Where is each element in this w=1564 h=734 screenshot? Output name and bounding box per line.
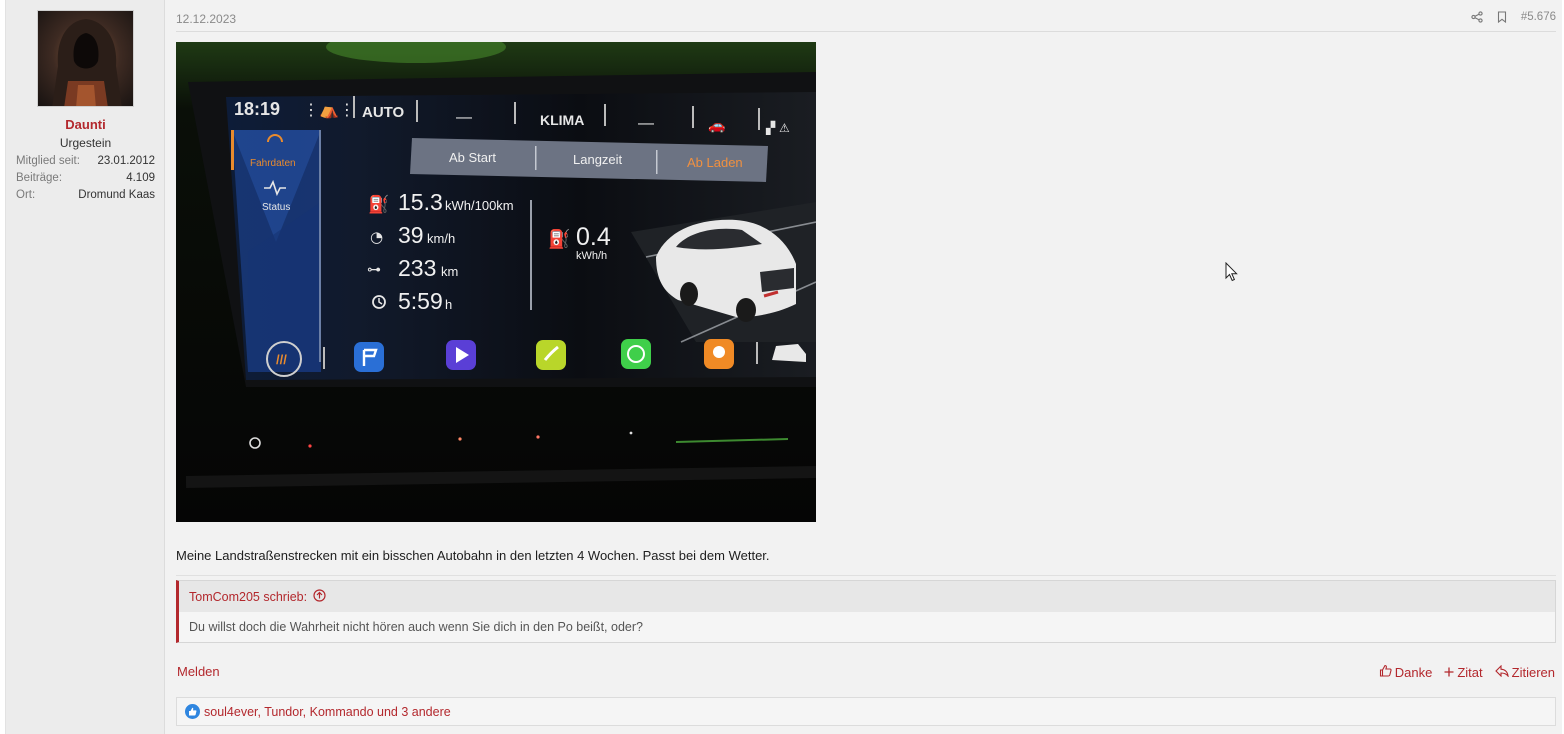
- reply-quote-label: Zitieren: [1511, 664, 1555, 680]
- quote-header[interactable]: TomCom205 schrieb:: [179, 581, 1555, 612]
- post-number[interactable]: #5.676: [1521, 11, 1556, 23]
- post: Daunti Urgestein Mitglied seit: 23.01.20…: [5, 0, 1562, 734]
- mouse-cursor-icon: [1225, 261, 1239, 287]
- quote-author[interactable]: TomCom205 schrieb:: [189, 590, 307, 604]
- stat-value: 23.01.2012: [97, 155, 155, 167]
- svg-text:▞ ⚠: ▞ ⚠: [765, 120, 790, 135]
- post-body-text: Meine Landstraßenstrecken mit ein bissch…: [176, 548, 770, 563]
- post-main: 12.12.2023 #5.676 18:19 ⋮⛺⋮ AUTO — KLIMA…: [166, 0, 1563, 734]
- screen-consumption-unit: kWh/h: [576, 250, 607, 262]
- svg-text:⋮⛺⋮: ⋮⛺⋮: [303, 102, 355, 119]
- post-header: 12.12.2023 #5.676: [176, 10, 1556, 32]
- user-info-column: Daunti Urgestein Mitglied seit: 23.01.20…: [6, 0, 165, 734]
- reactions-bar[interactable]: soul4ever, Tundor, Kommando und 3 andere: [176, 697, 1556, 726]
- plus-icon: [1444, 665, 1454, 680]
- avatar[interactable]: [37, 10, 134, 107]
- screen-dash-2: —: [638, 115, 654, 132]
- screen-tab-ab-start: Ab Start: [449, 150, 496, 165]
- svg-text:⛽: ⛽: [368, 194, 389, 215]
- screen-stat-unit-4: h: [445, 297, 452, 312]
- stat-value: Dromund Kaas: [78, 189, 155, 201]
- username[interactable]: Daunti: [6, 117, 165, 132]
- arrow-up-circle-icon[interactable]: [313, 588, 326, 605]
- thumbs-up-icon: [1379, 664, 1392, 680]
- multiquote-label: Zitat: [1457, 664, 1483, 680]
- screen-time: 18:19: [234, 99, 280, 119]
- stat-label: Beiträge:: [16, 172, 63, 184]
- svg-text:🚗: 🚗: [708, 118, 725, 134]
- stat-value[interactable]: 4.109: [126, 172, 155, 184]
- post-date[interactable]: 12.12.2023: [176, 12, 236, 26]
- stat-label: Ort:: [16, 189, 36, 201]
- screen-stat-value-3: 233: [398, 255, 436, 281]
- attached-photo[interactable]: 18:19 ⋮⛺⋮ AUTO — KLIMA — 🚗 ▞ ⚠ Fahrdaten…: [176, 42, 816, 522]
- reactions-text[interactable]: soul4ever, Tundor, Kommando und 3 andere: [204, 705, 451, 719]
- screen-stat-value-4: 5:59: [398, 288, 443, 314]
- multiquote-button[interactable]: Zitat: [1444, 664, 1483, 680]
- screen-stat-unit-3: km: [441, 264, 458, 279]
- screen-menu-fahrdaten: Fahrdaten: [250, 158, 296, 169]
- quote-text: Du willst doch die Wahrheit nicht hören …: [189, 620, 643, 634]
- screen-stat-unit-2: km/h: [427, 231, 455, 246]
- like-icon: [185, 704, 200, 719]
- screen-climate: KLIMA: [540, 112, 584, 128]
- screen-stat-value-2: 39: [398, 222, 424, 248]
- stat-location: Ort: Dromund Kaas: [16, 189, 155, 201]
- post-actions: Danke Zitat Zitieren: [1379, 664, 1555, 680]
- screen-tab-langzeit: Langzeit: [573, 152, 623, 167]
- stat-member-since: Mitglied seit: 23.01.2012: [16, 155, 155, 167]
- svg-text:⊶: ⊶: [367, 262, 381, 278]
- reply-arrow-icon: [1494, 664, 1509, 680]
- screen-dash-1: —: [456, 109, 472, 126]
- post-footer: Melden Danke Zitat Zitieren: [176, 664, 1556, 682]
- post-header-actions: #5.676: [1471, 11, 1556, 23]
- screen-auto: AUTO: [362, 104, 405, 121]
- svg-text:◔: ◔: [370, 228, 383, 246]
- thanks-button[interactable]: Danke: [1379, 664, 1433, 680]
- stat-posts: Beiträge: 4.109: [16, 172, 155, 184]
- screen-menu-status: Status: [262, 202, 290, 213]
- user-title: Urgestein: [59, 136, 112, 150]
- screen-stat-value-1: 15.3: [398, 189, 443, 215]
- stat-label: Mitglied seit:: [16, 155, 80, 167]
- svg-text:⛽: ⛽: [548, 228, 570, 250]
- thanks-label: Danke: [1394, 664, 1433, 680]
- share-icon[interactable]: [1471, 11, 1483, 23]
- report-link[interactable]: Melden: [177, 664, 220, 679]
- screen-stat-unit-1: kWh/100km: [445, 198, 514, 213]
- reply-quote-button[interactable]: Zitieren: [1494, 664, 1555, 680]
- svg-text:///: ///: [276, 352, 287, 367]
- quote-block: TomCom205 schrieb: Du willst doch die Wa…: [176, 580, 1556, 643]
- screen-consumption-value: 0.4: [576, 223, 611, 251]
- screen-tab-ab-laden: Ab Laden: [687, 155, 743, 170]
- bookmark-icon[interactable]: [1497, 11, 1507, 23]
- divider: [176, 575, 1556, 576]
